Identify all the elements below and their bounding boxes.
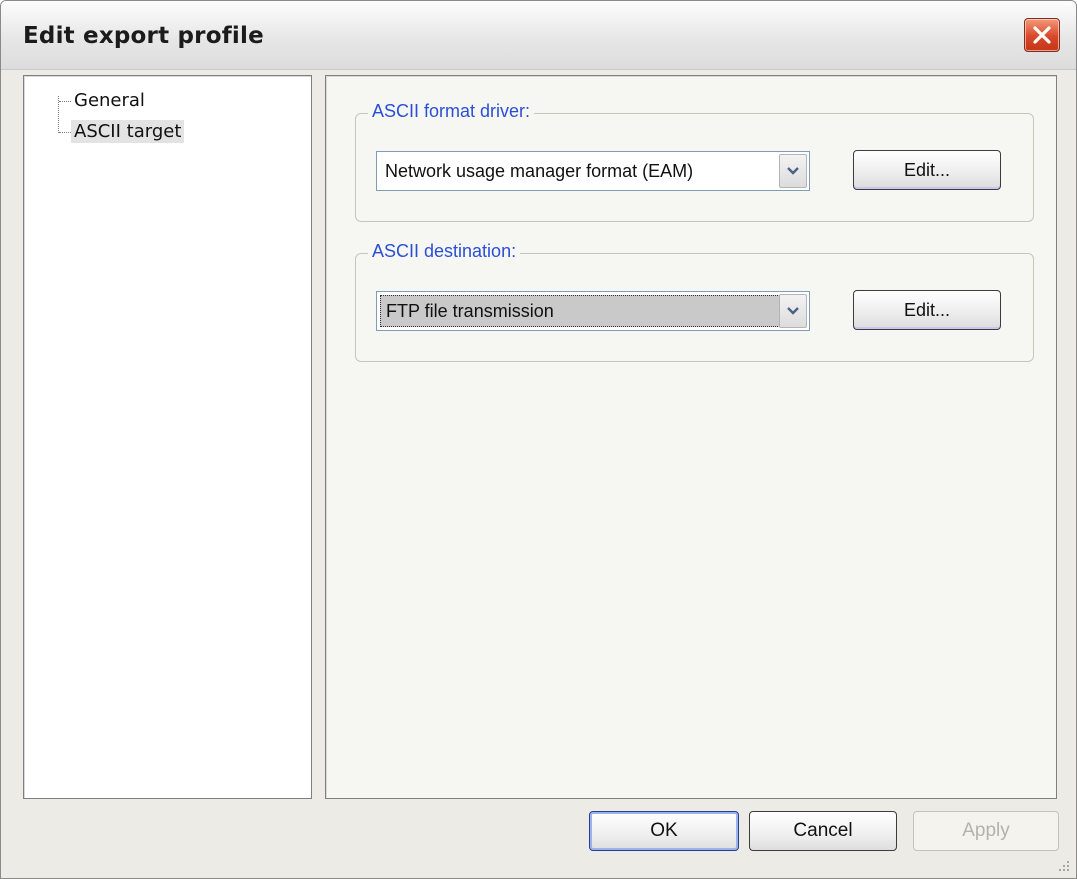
window-title: Edit export profile [23,23,264,49]
ok-button[interactable]: OK [589,811,739,851]
format-driver-value: Network usage manager format (EAM) [385,161,694,181]
cancel-button[interactable]: Cancel [749,811,897,851]
tree-connector [59,101,71,102]
format-driver-select[interactable]: Network usage manager format (EAM) [376,151,810,191]
format-driver-group: ASCII format driver: Network usage manag… [355,101,1034,222]
format-driver-edit-button[interactable]: Edit... [853,150,1001,190]
destination-focus-highlight: FTP file transmission [380,295,782,327]
settings-panel: ASCII format driver: Network usage manag… [325,75,1057,799]
destination-select[interactable]: FTP file transmission [376,291,810,331]
tree-item-general[interactable]: General [71,89,148,112]
destination-value: FTP file transmission [386,301,554,321]
destination-group-label: ASCII destination: [368,241,521,262]
format-driver-dropdown-button[interactable] [779,154,807,188]
dropdown-arrow-icon [787,307,799,315]
tree-item-ascii-target[interactable]: ASCII target [71,120,185,143]
tree-connector [59,132,71,133]
destination-group: ASCII destination: FTP file transmission… [355,241,1034,362]
dialog-body: General ASCII target ASCII format driver… [1,70,1076,878]
format-driver-group-label: ASCII format driver: [368,101,535,122]
destination-edit-button[interactable]: Edit... [853,290,1001,330]
resize-grip-icon[interactable] [1056,858,1070,872]
close-button[interactable] [1024,18,1060,52]
close-icon [1033,26,1051,44]
destination-dropdown-button[interactable] [779,294,807,328]
navigation-tree[interactable]: General ASCII target [23,75,312,799]
dropdown-arrow-icon [787,167,799,175]
title-bar[interactable]: Edit export profile [1,1,1076,70]
apply-button[interactable]: Apply [913,811,1059,851]
edit-export-profile-dialog: Edit export profile General ASCII target… [0,0,1077,879]
